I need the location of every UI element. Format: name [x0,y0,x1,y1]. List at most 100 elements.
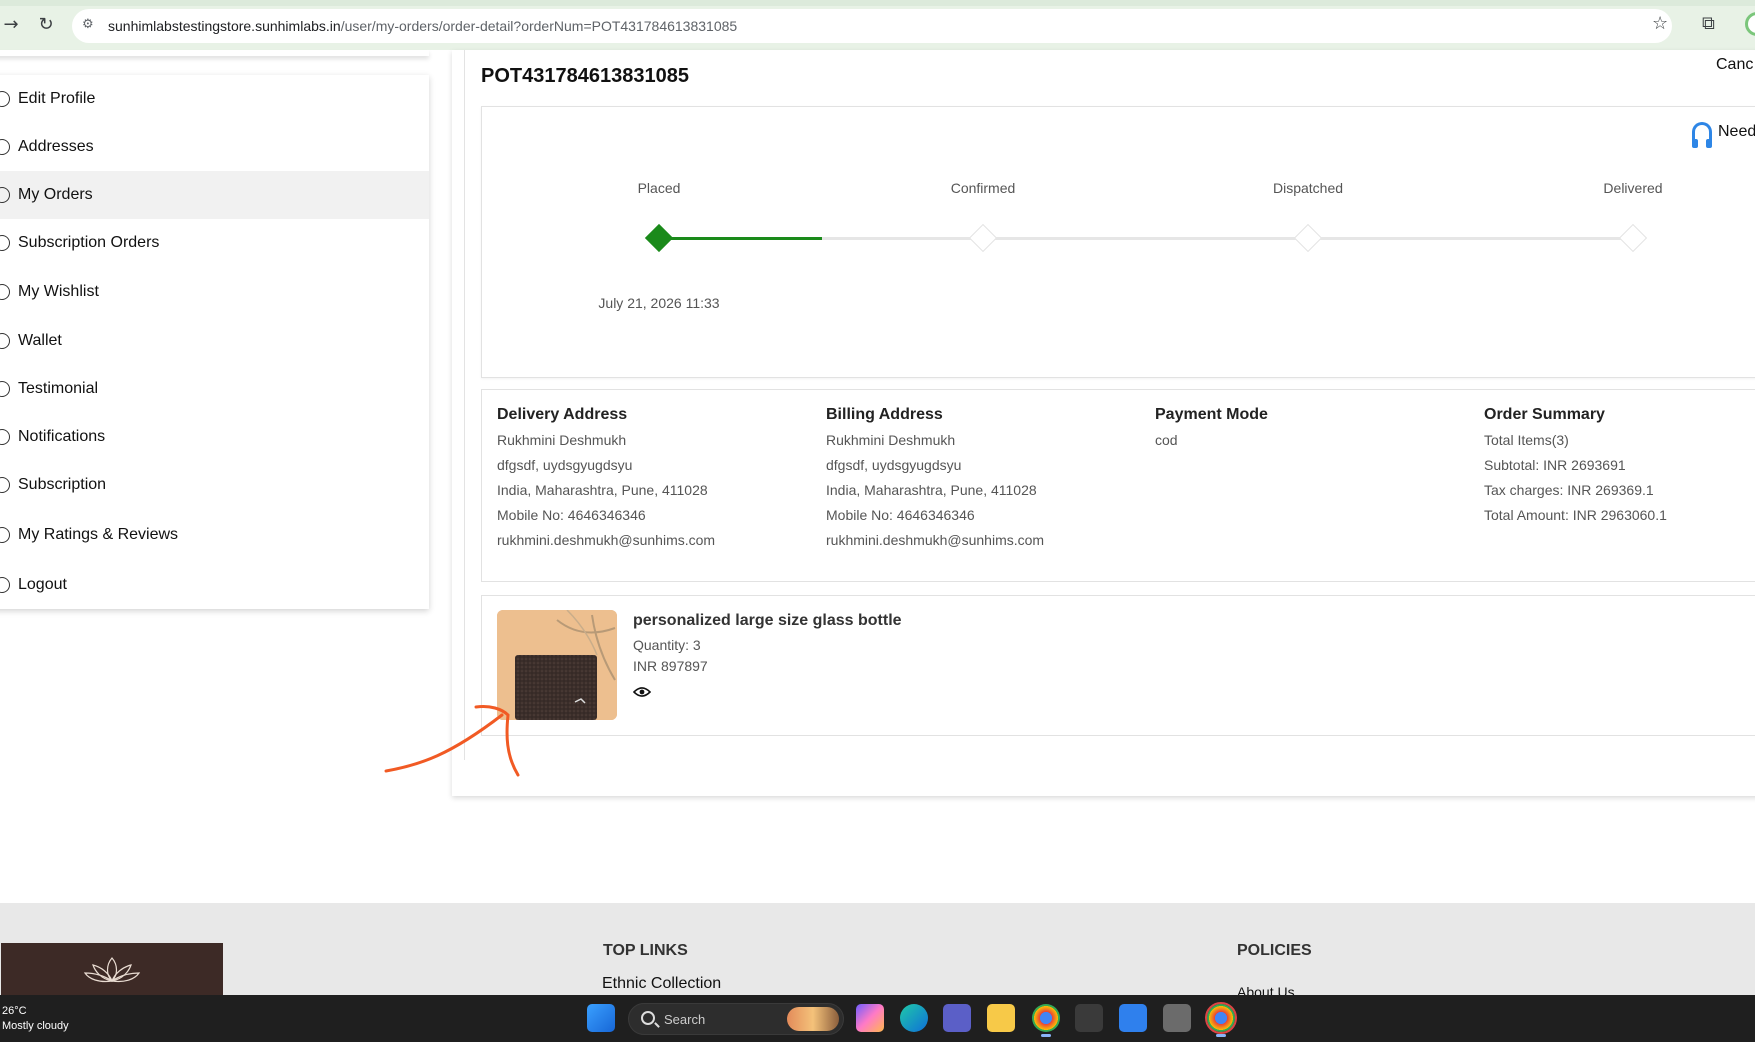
sidebar-item-edit-profile[interactable]: Edit Profile [0,75,429,123]
summary-total-items: Total Items(3) [1484,432,1569,448]
billing-name: Rukhmini Deshmukh [826,432,956,448]
payment-mode-value: cod [1155,432,1178,448]
billing-email: rukhmini.deshmukh@sunhims.com [826,532,1045,548]
payment-mode-title: Payment Mode [1155,406,1268,423]
bookmark-star-icon[interactable]: ☆ [1652,13,1668,34]
sidebar-item-label: Addresses [18,138,94,155]
billing-line2: India, Maharashtra, Pune, 411028 [826,482,1037,498]
orders-icon [0,187,10,203]
teams-icon[interactable] [943,1004,971,1032]
url-text[interactable]: sunhimlabstestingstore.sunhimlabs.in/use… [108,18,737,34]
notepad-icon[interactable] [1119,1004,1147,1032]
edge-icon[interactable] [900,1004,928,1032]
order-number: POT431784613831085 [481,65,689,87]
url-host: sunhimlabstestingstore.sunhimlabs.in [108,18,341,34]
delivery-address-title: Delivery Address [497,406,628,423]
sidebar-item-label: Edit Profile [18,90,96,107]
chrome-icon[interactable] [1032,1004,1060,1037]
sidebar-item-label: Logout [18,576,67,593]
sidebar-item-label: Notifications [18,428,106,445]
product-quantity: Quantity: 3 [633,637,701,653]
sidebar-item-label: Subscription Orders [18,234,160,251]
billing-line1: dfgsdf, uydsgyugdsyu [826,457,962,473]
panel-divider [464,50,465,760]
forward-icon[interactable]: → [0,14,22,36]
sidebar-item-my-ratings-reviews[interactable]: My Ratings & Reviews [0,511,429,559]
footer-top-links-title: TOP LINKS [603,942,688,959]
sidebar-item-subscription[interactable]: Subscription [0,461,429,509]
reload-icon[interactable]: ↻ [35,14,57,36]
order-summary-section: Order Summary Total Items(3) Subtotal: I… [1484,406,1667,528]
sidebar-item-subscription-orders[interactable]: Subscription Orders [0,219,429,267]
site-settings-icon[interactable]: ⚙ [82,17,100,35]
tracking-progress [659,237,822,240]
brand-logo[interactable] [1,943,223,1003]
logout-icon [0,577,10,593]
bell-icon [0,429,10,445]
sidebar-item-wallet[interactable]: Wallet [0,317,429,365]
billing-address-section: Billing Address Rukhmini Deshmukh dfgsdf… [826,406,1044,553]
footer-link-ethnic-collection[interactable]: Ethnic Collection [602,975,721,993]
search-highlight-art [787,1007,839,1031]
heart-icon [0,284,10,300]
taskbar-search-label: Search [664,1012,706,1027]
billing-mobile: Mobile No: 4646346346 [826,507,975,523]
step-label-placed: Placed [637,180,681,196]
sidebar-item-addresses[interactable]: Addresses [0,123,429,171]
delivery-line2: India, Maharashtra, Pune, 411028 [497,482,708,498]
address-bar[interactable]: ⚙ sunhimlabstestingstore.sunhimlabs.in/u… [72,9,1672,43]
need-help-label: Need [1718,123,1755,140]
tab-strip-edge [0,0,1755,6]
order-summary-title: Order Summary [1484,406,1605,423]
subscription-icon [0,477,10,493]
bag-icon [0,235,10,251]
extensions-icon[interactable]: ⧉ [1702,13,1715,34]
sidebar-item-testimonial[interactable]: Testimonial [0,365,429,413]
eye-icon[interactable] [633,686,651,698]
summary-total-amount: Total Amount: INR 2963060.1 [1484,507,1667,523]
windows-start-icon[interactable] [587,1004,615,1032]
cancel-order-button[interactable]: Canc [1716,56,1753,74]
site-footer [0,903,1755,995]
copilot-icon[interactable] [856,1004,884,1032]
location-icon [0,139,10,155]
summary-subtotal: Subtotal: INR 2693691 [1484,457,1626,473]
sidebar-item-my-wishlist[interactable]: My Wishlist [0,268,429,316]
delivery-mobile: Mobile No: 4646346346 [497,507,646,523]
file-explorer-icon[interactable] [987,1004,1015,1032]
sidebar-item-notifications[interactable]: Notifications [0,413,429,461]
payment-mode-section: Payment Mode cod [1155,406,1268,453]
annotation-arrow [384,705,520,777]
step-label-confirmed: Confirmed [950,180,1016,196]
billing-address-title: Billing Address [826,406,943,423]
step-label-delivered: Delivered [1603,180,1663,196]
weather-condition: Mostly cloudy [2,1020,69,1032]
need-help-link[interactable]: Need [1692,122,1755,148]
sidebar-item-label: Wallet [18,332,62,349]
chrome-profile-icon[interactable] [1205,1002,1237,1037]
summary-tax: Tax charges: INR 269369.1 [1484,482,1654,498]
delivery-email: rukhmini.deshmukh@sunhims.com [497,532,716,548]
profile-avatar[interactable] [1745,12,1755,36]
app-box-icon[interactable] [1075,1004,1103,1032]
step-label-dispatched: Dispatched [1272,180,1344,196]
calculator-icon[interactable] [1163,1004,1191,1032]
url-path: /user/my-orders/order-detail?orderNum=PO… [340,18,738,34]
wallet-icon [0,333,10,349]
star-icon [0,527,10,543]
product-price: INR 897897 [633,658,708,674]
footer-policies-title: POLICIES [1237,942,1312,959]
taskbar-search[interactable]: Search [628,1003,844,1035]
weather-temperature: 26°C [2,1005,27,1017]
sidebar-item-my-orders[interactable]: My Orders [0,171,429,219]
product-name[interactable]: personalized large size glass bottle [633,612,902,630]
delivery-name: Rukhmini Deshmukh [497,432,627,448]
weather-widget[interactable]: 26°C Mostly cloudy [2,1004,69,1034]
delivery-address-section: Delivery Address Rukhmini Deshmukh dfgsd… [497,406,715,553]
placed-date: July 21, 2026 11:33 [598,295,720,311]
account-sidebar: Edit Profile Addresses My Orders Subscri… [0,75,429,609]
sidebar-item-label: My Orders [18,186,93,203]
sidebar-item-logout[interactable]: Logout [0,561,429,609]
sidebar-item-label: Testimonial [18,380,99,397]
testimonial-icon [0,381,10,397]
